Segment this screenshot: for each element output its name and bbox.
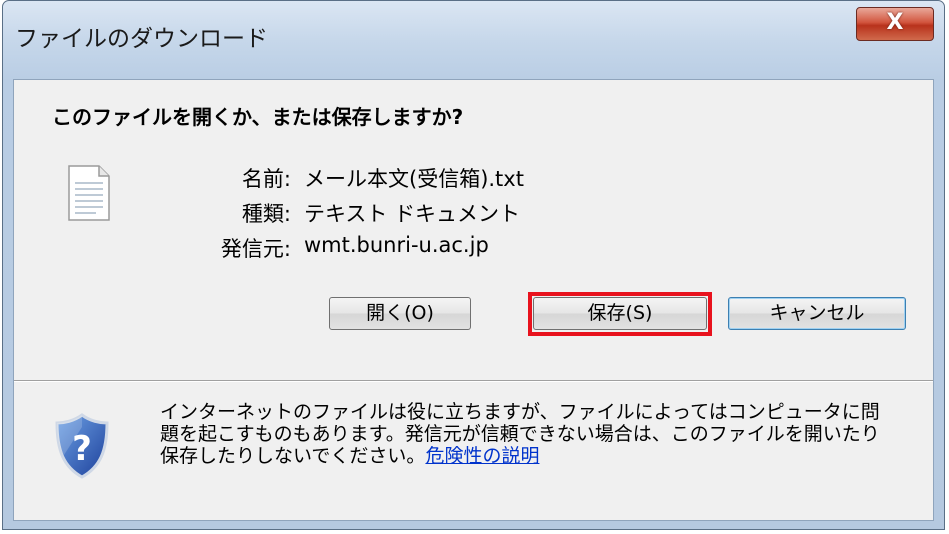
close-icon: X (886, 10, 904, 35)
download-dialog: ファイルのダウンロード X このファイルを開くか、または保存しますか? 名前: … (2, 0, 945, 530)
shield-question-icon: ? (55, 413, 109, 479)
close-button[interactable]: X (856, 7, 934, 41)
separator-highlight (14, 381, 933, 382)
save-highlight-box (528, 292, 712, 336)
file-type-value: テキスト ドキュメント (304, 202, 521, 226)
security-warning: インターネットのファイルは役に立ちますが、ファイルによってはコンピュータに問題を… (160, 401, 880, 467)
file-type-row: 種類: テキスト ドキュメント (14, 198, 914, 226)
dialog-title: ファイルのダウンロード (15, 26, 268, 52)
file-name-label: 名前: (241, 167, 291, 191)
file-name-value: メール本文(受信箱).txt (304, 167, 524, 191)
svg-text:?: ? (72, 429, 92, 469)
risk-explanation-link[interactable]: 危険性の説明 (425, 445, 539, 467)
file-type-label: 種類: (241, 202, 291, 226)
cancel-button[interactable]: キャンセル (728, 297, 906, 330)
dialog-content: このファイルを開くか、または保存しますか? 名前: メール本文(受信箱).txt… (13, 79, 934, 521)
open-button[interactable]: 開く(O) (329, 297, 471, 330)
file-source-row: 発信元: wmt.bunri-u.ac.jp (14, 233, 914, 261)
file-source-label: 発信元: (220, 237, 291, 261)
question-text: このファイルを開くか、または保存しますか? (52, 105, 464, 129)
file-source-value: wmt.bunri-u.ac.jp (304, 233, 489, 257)
file-name-row: 名前: メール本文(受信箱).txt (14, 163, 914, 191)
title-bar[interactable]: ファイルのダウンロード X (3, 1, 944, 79)
